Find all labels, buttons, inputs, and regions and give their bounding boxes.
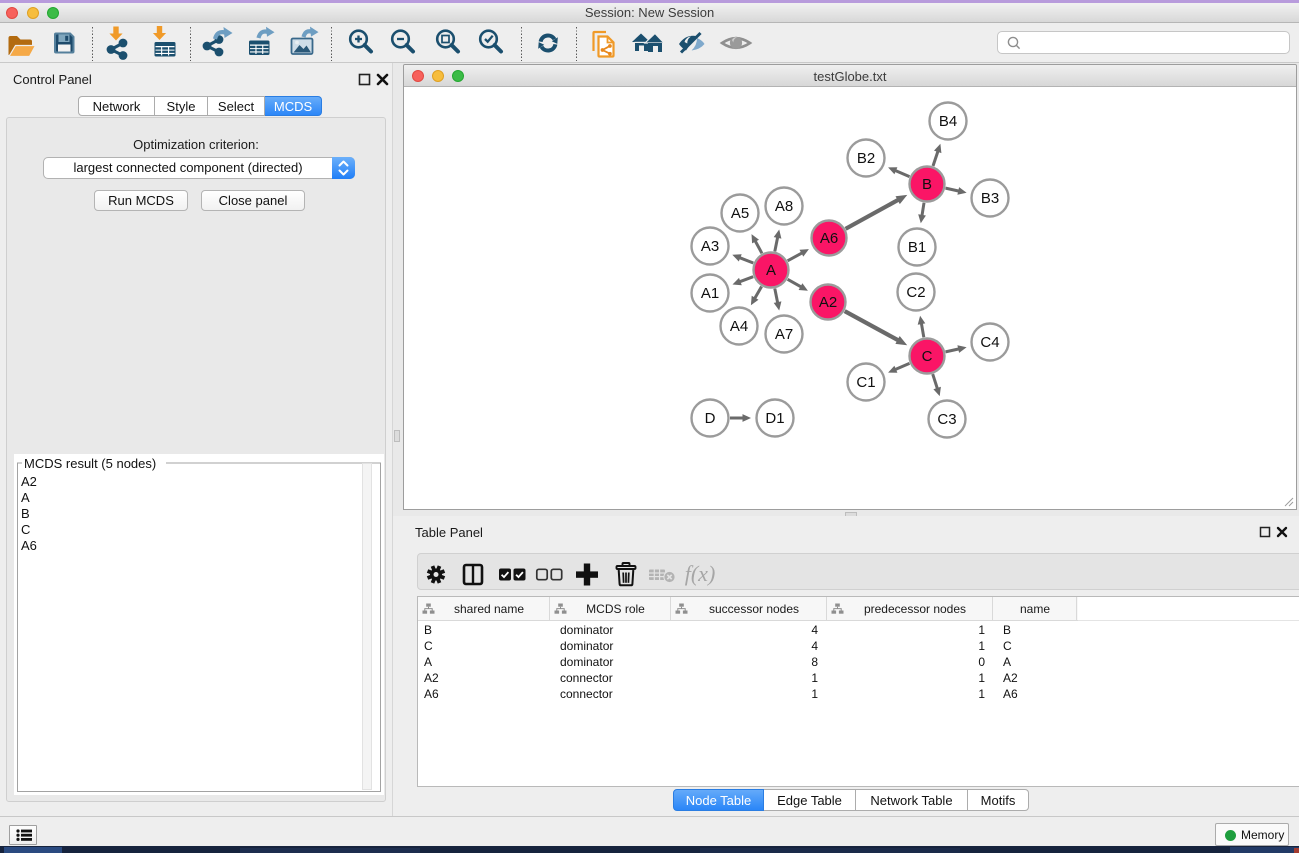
svg-text:D1: D1 (765, 410, 784, 427)
svg-text:C3: C3 (937, 411, 956, 428)
svg-text:C4: C4 (980, 334, 999, 351)
svg-text:B2: B2 (857, 150, 875, 167)
svg-text:A6: A6 (820, 230, 838, 247)
svg-text:B: B (922, 176, 932, 193)
svg-text:A: A (766, 262, 776, 279)
svg-text:C2: C2 (906, 284, 925, 301)
svg-text:C: C (922, 348, 933, 365)
svg-text:A8: A8 (775, 198, 793, 215)
svg-text:B1: B1 (908, 239, 926, 256)
svg-text:A4: A4 (730, 318, 748, 335)
svg-text:B4: B4 (939, 113, 957, 130)
svg-text:A2: A2 (819, 294, 837, 311)
svg-text:A1: A1 (701, 285, 719, 302)
svg-text:A5: A5 (731, 205, 749, 222)
svg-text:B3: B3 (981, 190, 999, 207)
svg-text:C1: C1 (856, 374, 875, 391)
svg-text:A7: A7 (775, 326, 793, 343)
svg-text:A3: A3 (701, 238, 719, 255)
svg-text:f(x): f(x) (685, 561, 716, 586)
svg-text:D: D (705, 410, 716, 427)
